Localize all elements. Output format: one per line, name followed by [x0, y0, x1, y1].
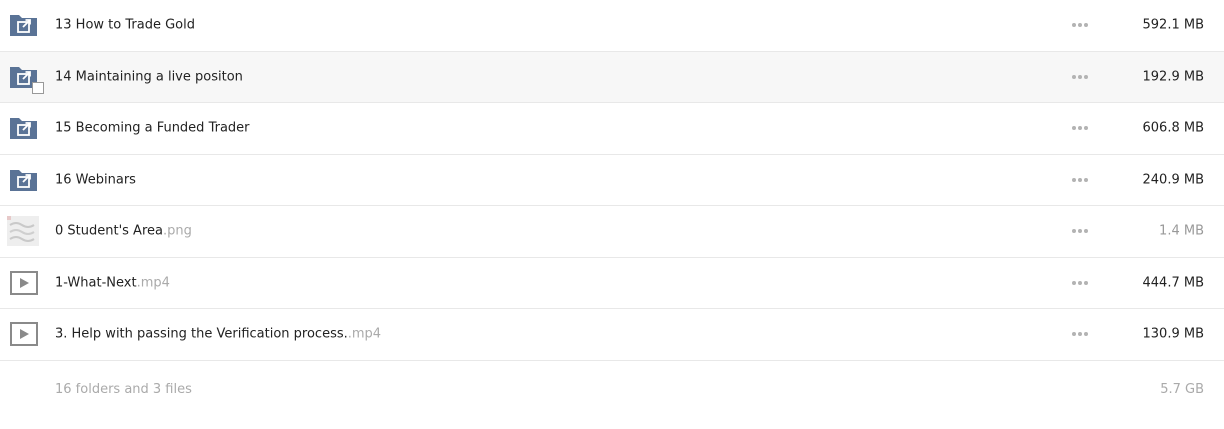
item-name[interactable]: 0 Student's Area.png — [55, 224, 192, 239]
item-name[interactable]: 13 How to Trade Gold — [55, 18, 195, 33]
list-item[interactable]: 0 Student's Area.png 1.4 MB — [0, 206, 1224, 258]
image-thumbnail-icon — [7, 216, 39, 247]
file-list: 13 How to Trade Gold 592.1 MB 14 Maintai… — [0, 0, 1224, 361]
shared-folder-icon — [9, 165, 39, 195]
item-size: 130.9 MB — [1142, 326, 1204, 342]
video-play-icon — [9, 319, 39, 349]
item-size: 606.8 MB — [1142, 120, 1204, 136]
select-checkbox[interactable] — [32, 81, 44, 94]
more-options-icon[interactable] — [1072, 228, 1088, 234]
shared-folder-icon — [9, 10, 39, 40]
item-size: 1.4 MB — [1159, 223, 1204, 239]
shared-folder-icon — [9, 113, 39, 143]
item-name[interactable]: 16 Webinars — [55, 172, 136, 187]
list-item[interactable]: 13 How to Trade Gold 592.1 MB — [0, 0, 1224, 52]
more-options-icon[interactable] — [1072, 125, 1088, 131]
item-size: 444.7 MB — [1142, 275, 1204, 291]
item-name[interactable]: 3. Help with passing the Verification pr… — [55, 327, 381, 342]
summary-count: 16 folders and 3 files — [55, 382, 192, 397]
item-size: 192.9 MB — [1142, 69, 1204, 85]
item-name[interactable]: 1-What-Next.mp4 — [55, 275, 170, 290]
summary-total-size: 5.7 GB — [1160, 382, 1204, 397]
list-item[interactable]: 14 Maintaining a live positon 192.9 MB — [0, 51, 1224, 103]
list-summary: 16 folders and 3 files 5.7 GB — [0, 364, 1224, 416]
item-size: 240.9 MB — [1142, 172, 1204, 188]
list-item[interactable]: 3. Help with passing the Verification pr… — [0, 309, 1224, 361]
more-options-icon[interactable] — [1072, 74, 1088, 80]
more-options-icon[interactable] — [1072, 22, 1088, 28]
list-item[interactable]: 15 Becoming a Funded Trader 606.8 MB — [0, 103, 1224, 155]
item-size: 592.1 MB — [1142, 17, 1204, 33]
video-play-icon — [9, 268, 39, 298]
list-item[interactable]: 16 Webinars 240.9 MB — [0, 155, 1224, 206]
more-options-icon[interactable] — [1072, 331, 1088, 337]
item-name[interactable]: 14 Maintaining a live positon — [55, 69, 243, 84]
more-options-icon[interactable] — [1072, 177, 1088, 183]
item-name[interactable]: 15 Becoming a Funded Trader — [55, 121, 250, 136]
list-item[interactable]: 1-What-Next.mp4 444.7 MB — [0, 258, 1224, 309]
more-options-icon[interactable] — [1072, 280, 1088, 286]
